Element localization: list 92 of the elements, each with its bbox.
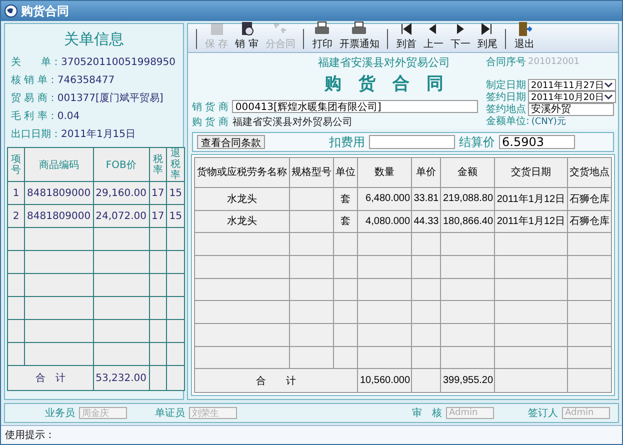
table-cell: 219,088.80 — [440, 187, 495, 210]
table-cell: 水龙头 — [194, 187, 290, 210]
field-label: 购 货 商 — [192, 116, 228, 128]
field-label: 签订人 — [528, 407, 558, 420]
field-value: 001377[厦门斌平贸易] — [57, 92, 164, 105]
square-icon — [208, 21, 225, 37]
table-cell: 2 — [8, 204, 24, 228]
column-header: 商品编码 — [24, 148, 94, 182]
view-terms-button[interactable]: 查看合同条款 — [197, 135, 265, 149]
table-cell: 2011年1月12日 — [494, 210, 568, 233]
field-label: 签约日期 — [486, 90, 526, 104]
column-header: 货物或应税劳务名称 — [194, 158, 290, 188]
total-value: 10,560.000 — [357, 368, 412, 392]
table-cell: 水龙头 — [194, 210, 290, 233]
printer-icon — [314, 21, 330, 37]
table-cell: 17 — [149, 182, 167, 204]
field-label: 制定日期 — [486, 78, 526, 92]
toolbar-button[interactable]: 销 审 — [232, 21, 262, 52]
table-cell: 2011年1月12日 — [494, 187, 568, 210]
toolbar-button[interactable]: 退出 — [511, 21, 538, 52]
table-cell: 8481809000 — [24, 204, 94, 228]
column-header: 退税率 — [166, 148, 184, 182]
table-cell: 石狮仓库 — [567, 187, 612, 210]
table-cell: 套 — [334, 210, 358, 233]
table-cell: 24,072.00 — [93, 204, 150, 228]
column-header: 单价 — [412, 158, 440, 188]
toolbar-button[interactable]: 到首 — [393, 21, 420, 52]
field-label: 结算价 — [459, 134, 495, 150]
column-header: 规格型号 — [290, 158, 334, 188]
field-label: 审 核 — [412, 406, 442, 420]
app-globe-icon — [4, 4, 18, 18]
field-label: 合同序号 — [486, 56, 526, 69]
field-value: 746358477 — [57, 75, 115, 86]
seller-field[interactable]: 000413[辉煌水暖集团有限公司] — [232, 100, 478, 113]
toolbar-button[interactable]: 打印 — [309, 21, 336, 52]
column-header: 税率 — [149, 148, 167, 182]
column-header: 交货地点 — [567, 158, 612, 188]
contract-title: 购 货 合 同 — [324, 73, 444, 95]
field-label: 出口日期： — [11, 128, 61, 141]
table-cell: 180,866.40 — [440, 210, 495, 233]
date-dropdown[interactable]: 2011年11月27日 — [528, 79, 616, 91]
field-value: 2011年1月15日 — [61, 128, 136, 141]
field-label: 销 货 商 — [192, 100, 228, 114]
field-value: 370520110051998950 — [61, 57, 176, 68]
field-label: 单证员 — [155, 406, 185, 420]
table-cell: 套 — [334, 187, 358, 210]
field-label: 业务员 — [45, 406, 75, 420]
table-cell: 4,080.000 — [357, 210, 412, 233]
field-label: 扣费用 — [329, 134, 365, 150]
toolbar-button[interactable]: 上一 — [420, 21, 446, 52]
table-cell: 1 — [8, 182, 24, 204]
toolbar-button[interactable]: 到尾 — [474, 21, 500, 52]
field-label: 金额单位: — [486, 114, 530, 128]
field-value: (CNY)元 — [531, 116, 566, 128]
company-name: 福建省安溪县对外贸易公司 — [318, 55, 450, 70]
panel-title: 关单信息 — [64, 30, 124, 49]
field-value: 201012001 — [528, 57, 580, 67]
deduction-field[interactable] — [369, 135, 455, 149]
printer-icon — [351, 21, 368, 37]
settlement-field[interactable]: 6.5903 — [499, 135, 575, 149]
total-label: 合 计 — [194, 368, 358, 392]
column-header: 项号 — [8, 148, 24, 182]
column-header: 单位 — [334, 158, 358, 188]
table-cell: 44.33 — [412, 210, 440, 233]
field-value: 福建省安溪县对外贸易公司 — [232, 116, 352, 128]
table-cell: 33.81 — [412, 187, 440, 210]
toolbar-button[interactable]: 下一 — [447, 21, 474, 52]
table-cell: 17 — [149, 204, 167, 228]
status-text: 使用提示： — [5, 429, 55, 442]
field-label: 核 销 单： — [11, 74, 58, 87]
column-header: 交货日期 — [494, 158, 568, 188]
window-title: 购货合同 — [21, 2, 69, 20]
field-value: 0.04 — [57, 111, 80, 122]
table-cell: 15 — [166, 204, 184, 228]
field-label: 签约地点 — [486, 102, 526, 116]
total-value: 53,232.00 — [93, 366, 150, 390]
field-label: 关 单： — [11, 56, 61, 69]
table-cell: 6,480.000 — [357, 187, 412, 210]
toolbar-button[interactable]: 开票通知 — [336, 21, 382, 52]
column-header: FOB价 — [93, 148, 150, 182]
total-value: 399,955.20 — [440, 368, 495, 392]
total-label: 合 计 — [8, 366, 94, 390]
field-label: 毛 利 率： — [11, 110, 58, 123]
table-cell: 8481809000 — [24, 182, 94, 204]
table-cell: 29,160.00 — [93, 182, 150, 204]
column-header: 数量 — [357, 158, 412, 188]
date-dropdown[interactable]: 2011年10月20日 — [528, 91, 616, 103]
table-cell: 15 — [166, 182, 184, 204]
table-cell: 石狮仓库 — [567, 210, 612, 233]
column-header: 金额 — [440, 158, 495, 188]
field-label: 贸 易 商： — [11, 92, 58, 105]
exit-door-icon — [516, 21, 532, 37]
